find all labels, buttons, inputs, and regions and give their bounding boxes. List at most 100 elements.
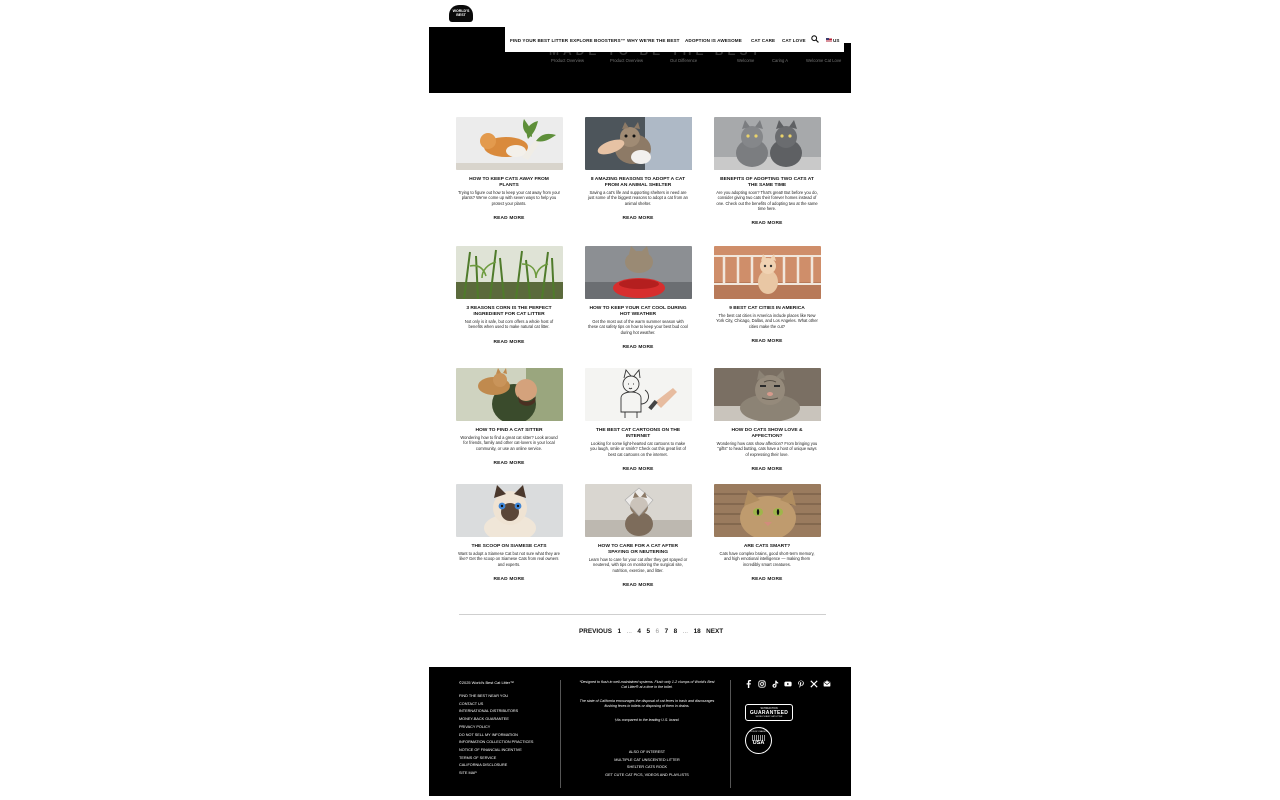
page-link[interactable]: 18: [694, 628, 701, 635]
hero-tabs: Product Overview Product Overview Our Di…: [429, 58, 851, 64]
nav-why-best[interactable]: WHY WE'RE THE BEST: [627, 38, 680, 43]
x-icon[interactable]: [810, 680, 818, 688]
read-more-link[interactable]: READ MORE: [751, 221, 782, 226]
footer-link[interactable]: MONEY-BACK GUARANTEE: [459, 716, 539, 724]
article-thumbnail[interactable]: [455, 484, 563, 537]
page-link[interactable]: 4: [637, 628, 641, 635]
page-link[interactable]: 7: [665, 628, 669, 635]
article-thumbnail[interactable]: [713, 368, 821, 421]
article-card: ARE CATS SMART? Cats have complex brains,…: [711, 484, 823, 585]
read-more-link[interactable]: READ MORE: [493, 340, 524, 345]
article-thumbnail[interactable]: [455, 117, 563, 170]
youtube-icon[interactable]: [784, 680, 792, 688]
article-thumbnail[interactable]: [455, 368, 563, 421]
footer-link[interactable]: NOTICE OF FINANCIAL INCENTIVE: [459, 747, 539, 755]
footer-link[interactable]: INFORMATION COLLECTION PRACTICES: [459, 739, 539, 747]
article-thumbnail[interactable]: [713, 117, 821, 170]
article-title[interactable]: HOW TO FIND A CAT SITTER: [453, 428, 565, 434]
page-link[interactable]: 5: [646, 628, 650, 635]
guarantee-badge: SATISFACTION GUARANTEED WORLD'S BEST CAT…: [745, 704, 793, 721]
article-description: Trying to figure out how to keep your ca…: [458, 190, 561, 206]
article-title[interactable]: THE SCOOP ON SIAMESE CATS: [453, 544, 565, 550]
article-description: Not only is it safe, but corn offers a w…: [464, 319, 554, 330]
hero-tab[interactable]: Product Overview: [610, 58, 643, 63]
copyright: ©2025 World's Best Cat Litter™: [459, 680, 515, 685]
hero-tab[interactable]: Welcome Cat Love: [806, 58, 841, 63]
brand-logo[interactable]: WORLD'S BEST: [449, 5, 473, 22]
read-more-link[interactable]: READ MORE: [493, 216, 524, 221]
article-title[interactable]: ARE CATS SMART?: [711, 544, 823, 550]
page-ellipsis: ...: [682, 627, 689, 635]
also-link[interactable]: GET CUTE CAT PICS, VIDEOS AND PLAYLISTS: [579, 772, 715, 780]
footer-link[interactable]: DO NOT SELL MY INFORMATION: [459, 732, 539, 740]
page-link[interactable]: 1: [618, 628, 622, 635]
facebook-icon[interactable]: [745, 680, 753, 688]
article-thumbnail[interactable]: [713, 246, 821, 299]
article-title[interactable]: 3 REASONS CORN IS THE PERFECT INGREDIENT…: [453, 306, 565, 318]
read-more-link[interactable]: READ MORE: [751, 339, 782, 344]
article-card: HOW TO FIND A CAT SITTER Wondering how to…: [453, 368, 565, 469]
disclaimer: †As compared to the leading U.S. brand.: [614, 717, 680, 722]
article-title[interactable]: HOW DO CATS SHOW LOVE & AFFECTION?: [711, 428, 823, 440]
social-links: [745, 680, 831, 688]
next-page-link[interactable]: NEXT: [706, 628, 723, 635]
email-icon[interactable]: [823, 680, 831, 688]
nav-cat-love[interactable]: CAT LOVE: [782, 38, 806, 43]
us-flag-icon[interactable]: [826, 38, 832, 42]
article-title[interactable]: BENEFITS OF ADOPTING TWO CATS AT THE SAM…: [711, 177, 823, 189]
nav-edge: [844, 43, 851, 52]
instagram-icon[interactable]: [758, 680, 766, 688]
article-thumbnail[interactable]: [584, 246, 692, 299]
tiktok-icon[interactable]: [771, 680, 779, 688]
also-link[interactable]: MULTIPLE CAT UNSCENTED LITTER: [579, 757, 715, 765]
pinterest-icon[interactable]: [797, 680, 805, 688]
read-more-link[interactable]: READ MORE: [493, 577, 524, 582]
footer-link[interactable]: CALIFORNIA DISCLOSURE: [459, 762, 539, 770]
article-title[interactable]: HOW TO KEEP YOUR CAT COOL DURING HOT WEA…: [582, 306, 694, 318]
article-card: HOW DO CATS SHOW LOVE & AFFECTION? Wonder…: [711, 368, 823, 475]
read-more-link[interactable]: READ MORE: [751, 577, 782, 582]
read-more-link[interactable]: READ MORE: [622, 345, 653, 350]
article-title[interactable]: HOW TO KEEP CATS AWAY FROM PLANTS: [453, 177, 565, 189]
article-title[interactable]: THE BEST CAT CARTOONS ON THE INTERNET: [582, 428, 694, 440]
nav-explore-boosters[interactable]: EXPLORE BOOSTERS™: [570, 38, 625, 43]
region-selector[interactable]: US: [833, 38, 839, 43]
hero-tab[interactable]: Welcome: [737, 58, 754, 63]
read-more-link[interactable]: READ MORE: [751, 467, 782, 472]
nav-find-litter[interactable]: FIND YOUR BEST LITTER: [510, 38, 568, 43]
read-more-link[interactable]: READ MORE: [493, 461, 524, 466]
article-description: Cats have complex brains, good short-ter…: [719, 551, 815, 567]
article-description: The best cat cities in America include p…: [716, 313, 818, 329]
footer-link[interactable]: PRIVACY POLICY: [459, 724, 539, 732]
article-thumbnail[interactable]: [584, 117, 692, 170]
article-title[interactable]: 8 AMAZING REASONS TO ADOPT A CAT FROM AN…: [582, 177, 694, 189]
footer-link[interactable]: TERMS OF SERVICE: [459, 755, 539, 763]
article-card: HOW TO KEEP YOUR CAT COOL DURING HOT WEA…: [582, 246, 694, 353]
footer-link[interactable]: FIND THE BEST NEAR YOU: [459, 693, 539, 701]
page-link[interactable]: 8: [674, 628, 678, 635]
hero-tab[interactable]: Product Overview: [551, 58, 584, 63]
article-description: Looking for some light-hearted cat carto…: [590, 441, 686, 457]
read-more-link[interactable]: READ MORE: [622, 216, 653, 221]
nav-adoption[interactable]: ADOPTION IS AWESOME: [685, 38, 742, 43]
nav-cat-care[interactable]: CAT CARE: [751, 38, 775, 43]
footer-disclaimers: *Designed to flush in well-maintained sy…: [579, 680, 715, 731]
article-description: Learn how to care for your cat after the…: [588, 557, 688, 573]
article-title[interactable]: HOW TO CARE FOR A CAT AFTER SPAYING OR N…: [582, 544, 694, 556]
read-more-link[interactable]: READ MORE: [622, 467, 653, 472]
footer-link[interactable]: CONTACT US: [459, 701, 539, 709]
search-icon[interactable]: [811, 35, 819, 43]
article-thumbnail[interactable]: [455, 246, 563, 299]
hero-tab[interactable]: Caring A: [772, 58, 788, 63]
article-thumbnail[interactable]: [584, 484, 692, 537]
prev-page-link[interactable]: PREVIOUS: [579, 628, 612, 635]
article-card: 8 AMAZING REASONS TO ADOPT A CAT FROM AN…: [582, 117, 694, 224]
article-title[interactable]: 9 BEST CAT CITIES IN AMERICA: [711, 306, 823, 312]
article-thumbnail[interactable]: [584, 368, 692, 421]
footer-link[interactable]: SITE MAP: [459, 770, 539, 778]
hero-tab[interactable]: Our Difference: [670, 58, 697, 63]
also-link[interactable]: SHELTER CATS ROCK: [579, 764, 715, 772]
footer-link[interactable]: INTERNATIONAL DISTRIBUTORS: [459, 708, 539, 716]
read-more-link[interactable]: READ MORE: [622, 583, 653, 588]
article-thumbnail[interactable]: [713, 484, 821, 537]
